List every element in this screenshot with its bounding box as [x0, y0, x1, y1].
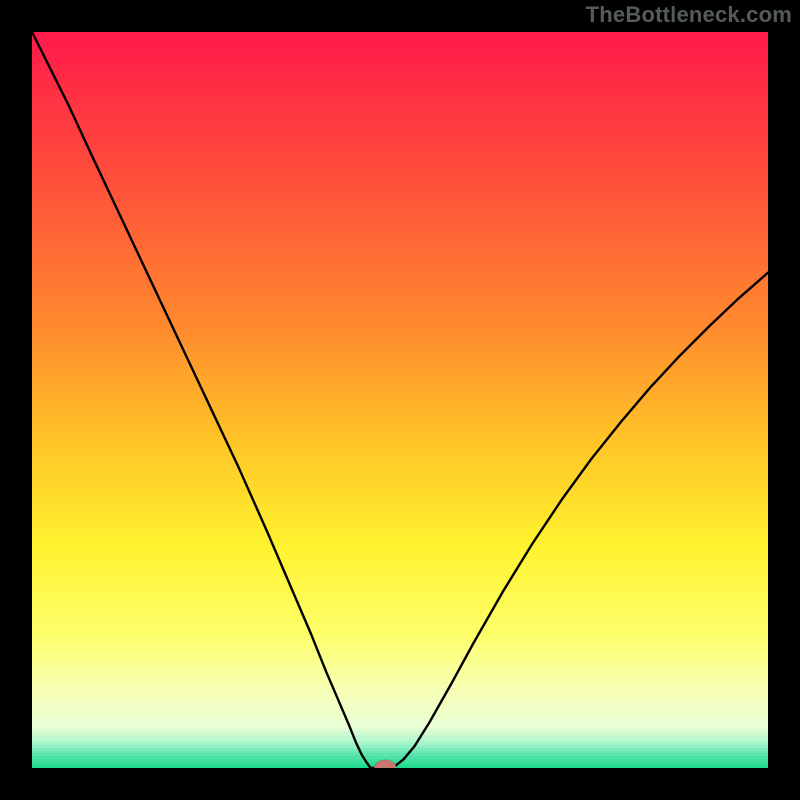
curve-layer: [32, 32, 768, 768]
bottleneck-curve: [32, 32, 768, 768]
chart-frame: TheBottleneck.com: [0, 0, 800, 800]
plot-area: [32, 32, 768, 768]
optimum-marker: [374, 760, 396, 768]
watermark-text: TheBottleneck.com: [586, 2, 792, 28]
